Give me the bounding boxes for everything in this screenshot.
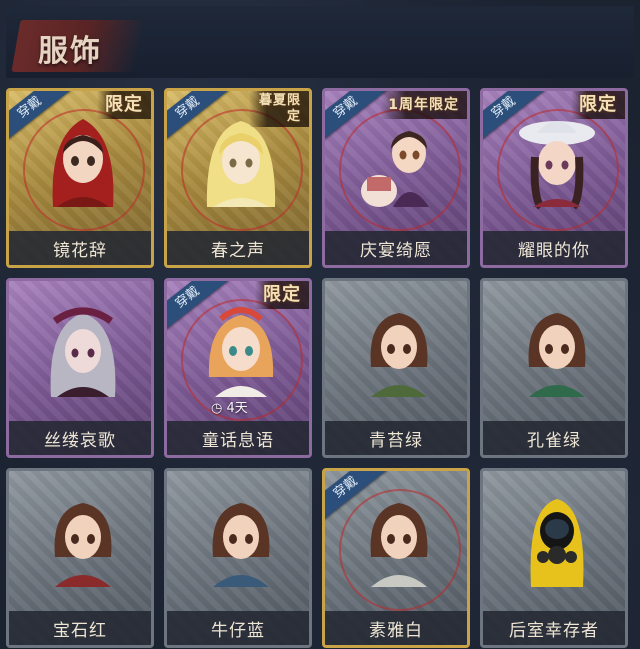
character-portrait [52,119,114,207]
limited-badge: 暮夏限定 [249,91,309,127]
limited-badge: 1周年限定 [380,91,467,119]
header-bar: 服饰 [6,6,634,78]
costume-name: 青苔绿 [325,421,467,455]
costume-card[interactable]: 孔雀绿 [480,278,628,458]
timer-value: 4天 [226,401,248,416]
character-portrait [208,307,274,397]
character-portrait [528,313,586,397]
costume-name: 镜花辞 [9,231,151,265]
costume-card[interactable]: 后室幸存者 [480,468,628,648]
costume-card[interactable]: 穿戴 限定 耀眼的你 [480,88,628,268]
costume-card[interactable]: 丝缕哀歌 [6,278,154,458]
character-portrait [370,313,428,397]
character-portrait [212,503,270,587]
costume-name: 后室幸存者 [483,611,625,645]
costume-name: 素雅白 [325,611,467,645]
character-portrait [50,307,116,397]
costume-name: 春之声 [167,231,309,265]
costume-name: 孔雀绿 [483,421,625,455]
costume-name: 牛仔蓝 [167,611,309,645]
character-portrait [370,503,428,587]
costume-name: 丝缕哀歌 [9,421,151,455]
page-title: 服饰 [38,34,102,69]
costume-card[interactable]: 穿戴 暮夏限定 春之声 [164,88,312,268]
character-portrait [530,499,584,587]
costume-card[interactable]: 牛仔蓝 [164,468,312,648]
costume-name: 耀眼的你 [483,231,625,265]
costume-card[interactable]: 穿戴 限定 镜花辞 [6,88,154,268]
costume-card[interactable]: 穿戴 素雅白 [322,468,470,648]
timer-label: ◷ 4天 [211,397,248,416]
limited-badge: 限定 [97,91,151,119]
costume-name: 庆宴绮愿 [325,231,467,265]
limited-badge: 限定 [571,91,625,119]
costume-card[interactable]: 穿戴 限定 ◷ 4天 童话息语 [164,278,312,458]
costume-name: 宝石红 [9,611,151,645]
costume-name: 童话息语 [167,421,309,455]
character-portrait [54,503,112,587]
clock-icon: ◷ [211,401,223,416]
costume-card[interactable]: 青苔绿 [322,278,470,458]
character-portrait [361,131,429,207]
character-portrait [519,121,595,210]
costume-card[interactable]: 穿戴 1周年限定 庆宴绮愿 [322,88,470,268]
limited-badge: 限定 [255,281,309,309]
costume-card[interactable]: 宝石红 [6,468,154,648]
